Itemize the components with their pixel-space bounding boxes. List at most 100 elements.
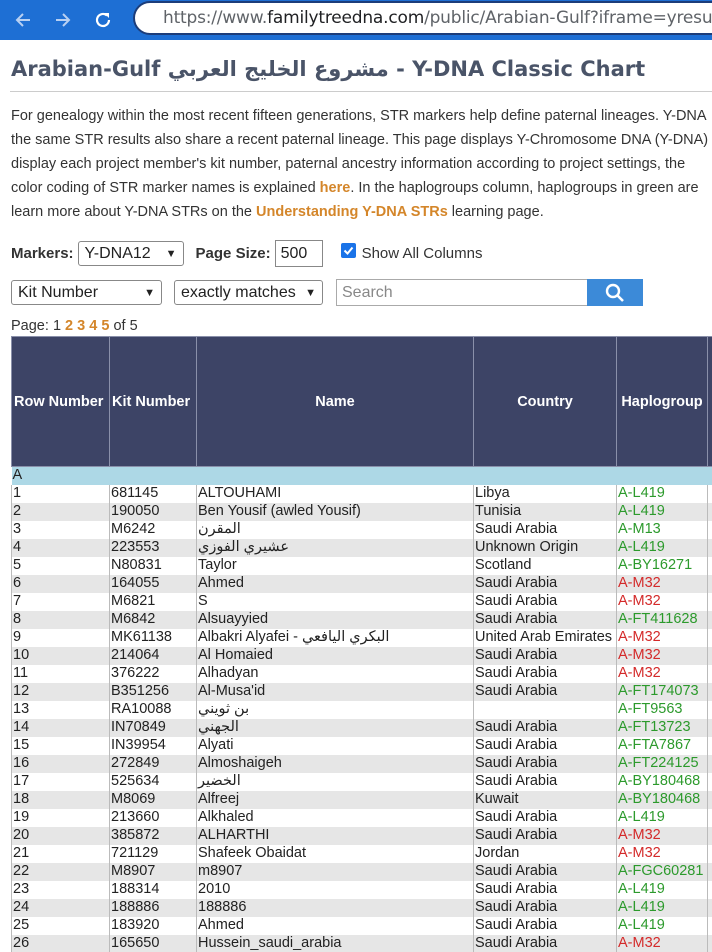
table-row: 5 N80831 Taylor Scotland A-BY16271: [11, 556, 712, 575]
extra-cell: [707, 484, 712, 503]
country-cell: Saudi Arabia: [473, 610, 617, 629]
country-cell: Saudi Arabia: [473, 574, 617, 593]
haplogroup-cell: A-L419: [616, 538, 708, 557]
country-cell: Saudi Arabia: [473, 808, 617, 827]
row-number-cell: 7: [11, 592, 110, 611]
col-header-kit-number[interactable]: Kit Number: [109, 336, 197, 467]
haplogroup-cell: A-L419: [616, 916, 708, 935]
kit-number-cell: 213660: [109, 808, 197, 827]
kit-number-cell: 721129: [109, 844, 197, 863]
kit-number-cell: M8907: [109, 862, 197, 881]
page-size-input[interactable]: 500: [274, 240, 323, 267]
haplogroup-cell: A-M13: [616, 520, 708, 539]
kit-number-cell: RA10088: [109, 700, 197, 719]
extra-cell: [707, 826, 712, 845]
forward-arrow-icon[interactable]: [50, 7, 76, 33]
name-cell: 2010: [196, 880, 474, 899]
table-row: 19 213660 Alkhaled Saudi Arabia A-L419: [11, 808, 712, 827]
chevron-down-icon: ▼: [305, 286, 316, 299]
table-row: 1 681145 ALTOUHAMI Libya A-L419: [11, 484, 712, 503]
extra-cell: [707, 808, 712, 827]
group-label: A: [11, 466, 712, 485]
haplogroup-cell: A-M32: [616, 826, 708, 845]
row-number-cell: 4: [11, 538, 110, 557]
name-cell: 188886: [196, 898, 474, 917]
haplogroup-cell: A-FT411628: [616, 610, 708, 629]
kit-number-cell: 188886: [109, 898, 197, 917]
name-cell: الجهني: [196, 718, 474, 737]
here-link[interactable]: here: [320, 180, 351, 196]
search-field-select[interactable]: Kit Number ▼: [11, 280, 162, 305]
search-button[interactable]: [587, 279, 643, 306]
table-row: 14 IN70849 الجهني Saudi Arabia A-FT13723: [11, 718, 712, 737]
search-input[interactable]: Search: [336, 279, 588, 306]
markers-select[interactable]: Y-DNA12 ▼: [77, 241, 184, 266]
extra-cell: [707, 538, 712, 557]
page-link[interactable]: 3: [77, 318, 85, 334]
haplogroup-cell: A-BY180468: [616, 772, 708, 791]
extra-cell: [707, 844, 712, 863]
extra-cell: [707, 556, 712, 575]
extra-cell: [707, 628, 712, 647]
table-row: 13 RA10088 بن ثويني A-FT9563: [11, 700, 712, 719]
address-bar[interactable]: https://www.familytreedna.com/public/Ara…: [133, 1, 712, 35]
name-cell: Al Homaied: [196, 646, 474, 665]
country-cell: Saudi Arabia: [473, 880, 617, 899]
intro-text: For genealogy within the most recent fif…: [11, 108, 709, 220]
name-cell: المقرن: [196, 520, 474, 539]
reload-icon[interactable]: [90, 7, 116, 33]
checkmark-icon: [343, 246, 353, 255]
haplogroup-cell: A-M32: [616, 592, 708, 611]
country-cell: Saudi Arabia: [473, 592, 617, 611]
kit-number-cell: 376222: [109, 664, 197, 683]
kit-number-cell: MK61138: [109, 628, 197, 647]
haplogroup-cell: A-M32: [616, 628, 708, 647]
show-all-checkbox[interactable]: [340, 243, 356, 258]
row-number-cell: 14: [11, 718, 110, 737]
row-number-cell: 11: [11, 664, 110, 683]
kit-number-cell: N80831: [109, 556, 197, 575]
understanding-ystr-link[interactable]: Understanding Y-DNA STRs: [256, 204, 448, 220]
col-header-name[interactable]: Name: [196, 336, 474, 467]
name-cell: ALHARTHI: [196, 826, 474, 845]
row-number-cell: 2: [11, 502, 110, 521]
extra-cell: [707, 736, 712, 755]
row-number-cell: 3: [11, 520, 110, 539]
row-number-cell: 1: [11, 484, 110, 503]
country-cell: Saudi Arabia: [473, 682, 617, 701]
haplogroup-cell: A-BY16271: [616, 556, 708, 575]
extra-cell: [707, 664, 712, 683]
match-type-select[interactable]: exactly matches ▼: [174, 280, 323, 305]
results-table: Row Number Kit Number Name Country Haplo…: [11, 336, 712, 952]
table-row: 18 M8069 Alfreej Kuwait A-BY180468: [11, 790, 712, 809]
name-cell: Almoshaigeh: [196, 754, 474, 773]
row-number-cell: 15: [11, 736, 110, 755]
country-cell: [473, 700, 617, 719]
browser-toolbar: https://www.familytreedna.com/public/Ara…: [0, 0, 712, 40]
kit-number-cell: IN39954: [109, 736, 197, 755]
country-cell: Saudi Arabia: [473, 772, 617, 791]
page-link[interactable]: 5: [101, 318, 109, 334]
name-cell: S: [196, 592, 474, 611]
col-header-haplogroup[interactable]: Haplogroup: [616, 336, 708, 467]
page-size-label: Page Size:: [195, 245, 271, 262]
divider: [10, 91, 712, 92]
name-cell: Ahmed: [196, 916, 474, 935]
table-row: 15 IN39954 Alyati Saudi Arabia A-FTA7867: [11, 736, 712, 755]
table-row: 6 164055 Ahmed Saudi Arabia A-M32: [11, 574, 712, 593]
country-cell: Saudi Arabia: [473, 916, 617, 935]
chevron-down-icon: ▼: [165, 247, 177, 260]
name-cell: Al-Musa'id: [196, 682, 474, 701]
page-link[interactable]: 2: [65, 318, 73, 334]
current-page: 1: [52, 318, 62, 334]
extra-cell: [707, 502, 712, 521]
page-link[interactable]: 4: [89, 318, 97, 334]
col-header-row-number[interactable]: Row Number: [11, 336, 110, 467]
country-cell: Saudi Arabia: [473, 934, 617, 952]
row-number-cell: 17: [11, 772, 110, 791]
name-cell: Alsuayyied: [196, 610, 474, 629]
col-header-extra: [707, 336, 712, 467]
back-arrow-icon[interactable]: [10, 7, 36, 33]
col-header-country[interactable]: Country: [473, 336, 617, 467]
table-row: 4 223553 عشيري الفوزي Unknown Origin A-L419: [11, 538, 712, 557]
